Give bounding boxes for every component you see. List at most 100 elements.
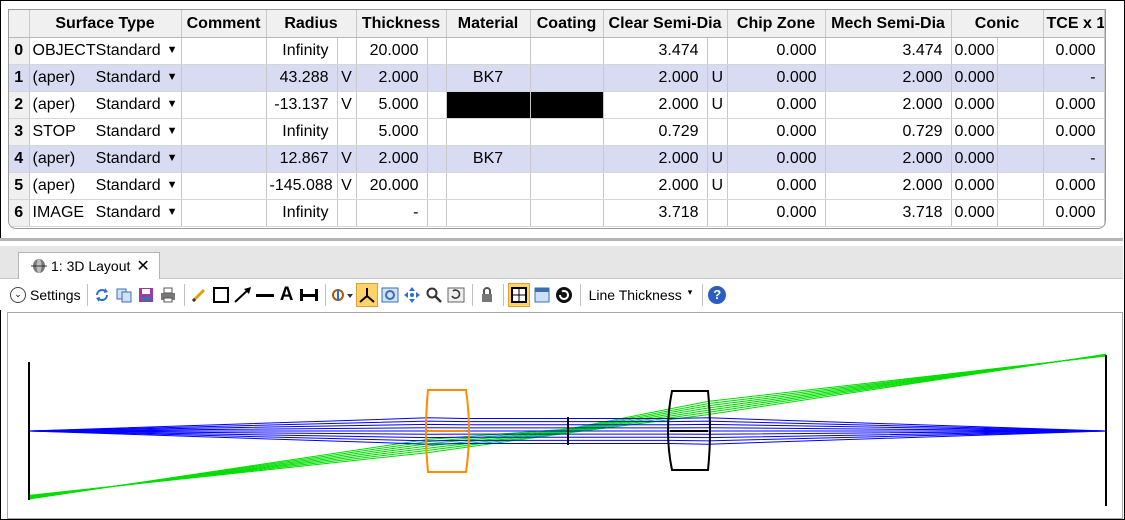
dropdown-arrow-icon[interactable]: ▼ [167, 98, 178, 110]
tce-cell[interactable]: 0.000 [1043, 118, 1105, 146]
dropdown-arrow-icon[interactable]: ▼ [167, 125, 178, 137]
material-cell[interactable] [446, 91, 531, 119]
table-row[interactable]: 6 IMAGE Standard ▼ Infinity -3.718 0.000 3.718 0… [9, 199, 1105, 227]
clear-semi-dia-solve-cell[interactable] [707, 199, 728, 227]
table-row[interactable]: 3 STOP Standard ▼ Infinity 5.000 0.729 0.000 0.7… [9, 118, 1105, 146]
surface-type-dropdown[interactable]: Standard ▼ [96, 96, 178, 114]
chevron-down-icon[interactable]: ⌄ [10, 286, 26, 303]
mech-semi-dia-cell[interactable]: 0.729 [825, 118, 952, 146]
mech-semi-dia-cell[interactable]: 3.474 [825, 37, 952, 65]
material-cell[interactable] [446, 172, 531, 200]
conic-cell[interactable]: 0.000 [951, 64, 998, 92]
tce-cell[interactable]: 0.000 [1043, 91, 1105, 119]
thickness-cell[interactable]: 2.000 [356, 64, 428, 92]
conic-solve-cell[interactable] [997, 64, 1044, 92]
thickness-cell[interactable]: - [356, 199, 428, 227]
fit-window-icon[interactable] [507, 282, 530, 307]
radius-cell[interactable]: -145.088 [266, 172, 338, 200]
thickness-cell[interactable]: 5.000 [356, 91, 428, 119]
header-tce[interactable]: TCE x 1E-6 [1043, 10, 1105, 38]
conic-solve-cell[interactable] [997, 91, 1044, 119]
mech-semi-dia-cell[interactable]: 2.000 [825, 145, 952, 173]
clear-semi-dia-cell[interactable]: 2.000 [603, 145, 708, 173]
mech-semi-dia-cell[interactable]: 2.000 [825, 64, 952, 92]
rotate-view-icon[interactable] [330, 284, 354, 306]
table-row[interactable]: 2 (aper) Standard ▼ -13.137 V 5.000 2.000 U 0.000… [9, 91, 1105, 119]
row-number-cell[interactable]: 5 [9, 172, 30, 200]
auto-update-icon[interactable] [554, 284, 574, 306]
radius-solve-cell[interactable]: V [337, 145, 357, 173]
thickness-cell[interactable]: 20.000 [356, 172, 428, 200]
conic-cell[interactable]: 0.000 [951, 118, 998, 146]
copy-icon[interactable] [114, 284, 134, 306]
clear-semi-dia-cell[interactable]: 0.729 [603, 118, 708, 146]
surface-type-dropdown[interactable]: Standard ▼ [96, 177, 178, 195]
table-row[interactable]: 0 OBJECT Standard ▼ Infinity 20.000 3.474 0.000… [9, 37, 1105, 65]
surface-type-dropdown[interactable]: Standard ▼ [96, 42, 178, 60]
line-tool-icon[interactable] [255, 284, 275, 306]
radius-solve-cell[interactable]: V [337, 172, 357, 200]
table-row[interactable]: 5 (aper) Standard ▼ -145.088 V 20.000 2.000 U 0.0… [9, 172, 1105, 200]
clear-semi-dia-cell[interactable]: 2.000 [603, 172, 708, 200]
text-tool-icon[interactable]: A [277, 284, 297, 306]
thickness-cell[interactable]: 20.000 [356, 37, 428, 65]
thickness-solve-cell[interactable] [427, 172, 447, 200]
header-radius[interactable]: Radius [266, 10, 357, 38]
help-icon[interactable]: ? [707, 284, 727, 306]
header-thickness[interactable]: Thickness [356, 10, 447, 38]
comment-cell[interactable] [181, 91, 267, 119]
row-number-cell[interactable]: 2 [9, 91, 30, 119]
pencil-icon[interactable] [189, 284, 209, 306]
coating-cell[interactable] [530, 199, 604, 227]
chip-zone-cell[interactable]: 0.000 [727, 199, 826, 227]
chip-zone-cell[interactable]: 0.000 [727, 118, 826, 146]
conic-cell[interactable]: 0.000 [951, 199, 998, 227]
conic-solve-cell[interactable] [997, 118, 1044, 146]
radius-cell[interactable]: Infinity [266, 199, 338, 227]
radius-solve-cell[interactable] [337, 118, 357, 146]
tce-cell[interactable]: - [1043, 64, 1105, 92]
thickness-solve-cell[interactable] [427, 37, 447, 65]
radius-cell[interactable]: Infinity [266, 118, 338, 146]
save-icon[interactable] [136, 284, 156, 306]
thickness-solve-cell[interactable] [427, 91, 447, 119]
print-icon[interactable] [158, 284, 178, 306]
surface-type-cell[interactable]: OBJECT Standard ▼ [29, 37, 182, 65]
radius-solve-cell[interactable]: V [337, 64, 357, 92]
coating-cell[interactable] [530, 118, 604, 146]
lock-icon[interactable] [477, 284, 497, 306]
header-chip-zone[interactable]: Chip Zone [727, 10, 826, 38]
clear-semi-dia-cell[interactable]: 3.718 [603, 199, 708, 227]
dimension-tool-icon[interactable] [299, 284, 319, 306]
radius-cell[interactable]: -13.137 [266, 91, 338, 119]
dropdown-arrow-icon[interactable]: ▼ [167, 152, 178, 164]
clear-semi-dia-solve-cell[interactable] [707, 118, 728, 146]
surface-type-dropdown[interactable]: Standard ▼ [96, 123, 178, 141]
radius-solve-cell[interactable] [337, 199, 357, 227]
comment-cell[interactable] [181, 37, 267, 65]
material-cell[interactable]: BK7 [446, 145, 531, 173]
dropdown-arrow-icon[interactable]: ▼ [167, 71, 178, 83]
thickness-solve-cell[interactable] [427, 118, 447, 146]
clear-semi-dia-cell[interactable]: 3.474 [603, 37, 708, 65]
surface-type-dropdown[interactable]: Standard ▼ [96, 204, 178, 222]
rectangle-tool-icon[interactable] [211, 284, 231, 306]
dropdown-arrow-icon[interactable]: ▼ [167, 44, 178, 56]
row-number-cell[interactable]: 1 [9, 64, 30, 92]
mech-semi-dia-cell[interactable]: 2.000 [825, 91, 952, 119]
surface-type-cell[interactable]: STOP Standard ▼ [29, 118, 182, 146]
3d-layout-plot[interactable] [7, 312, 1123, 519]
radius-cell[interactable]: 43.288 [266, 64, 338, 92]
tce-cell[interactable]: 0.000 [1043, 37, 1105, 65]
comment-cell[interactable] [181, 199, 267, 227]
chip-zone-cell[interactable]: 0.000 [727, 91, 826, 119]
surface-type-cell[interactable]: (aper) Standard ▼ [29, 145, 182, 173]
surface-type-dropdown[interactable]: Standard ▼ [96, 150, 178, 168]
comment-cell[interactable] [181, 118, 267, 146]
thickness-cell[interactable]: 5.000 [356, 118, 428, 146]
header-mech-semi-dia[interactable]: Mech Semi-Dia [825, 10, 952, 38]
clear-semi-dia-cell[interactable]: 2.000 [603, 91, 708, 119]
coating-cell[interactable] [530, 145, 604, 173]
clear-semi-dia-solve-cell[interactable]: U [707, 64, 728, 92]
conic-cell[interactable]: 0.000 [951, 145, 998, 173]
